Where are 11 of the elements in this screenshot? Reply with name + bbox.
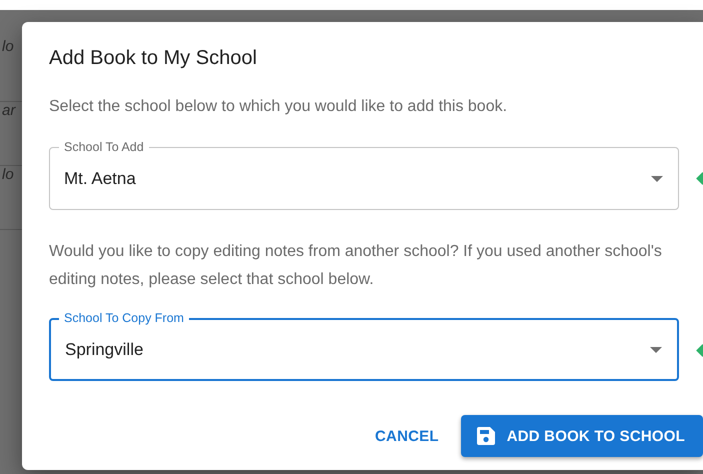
- dialog-text: Select the school below to which you would like to add this book.: [49, 97, 508, 117]
- dialog-text: Would you like to copy editing notes from another school? If you used another school's editing notes, please select that school below.: [49, 242, 663, 290]
- dropdown-caret-icon: [649, 346, 663, 354]
- dialog-title: Add Book to My School: [49, 46, 257, 71]
- add-book-button[interactable]: ADD BOOK TO SCHOOL: [460, 415, 703, 457]
- background-text: ar: [2, 102, 16, 119]
- background-text: lo: [2, 166, 14, 183]
- dropdown-caret-icon: [650, 174, 664, 182]
- background-text: lo: [2, 38, 14, 55]
- save-icon: [476, 427, 495, 445]
- cancel-button[interactable]: CANCEL: [367, 415, 447, 457]
